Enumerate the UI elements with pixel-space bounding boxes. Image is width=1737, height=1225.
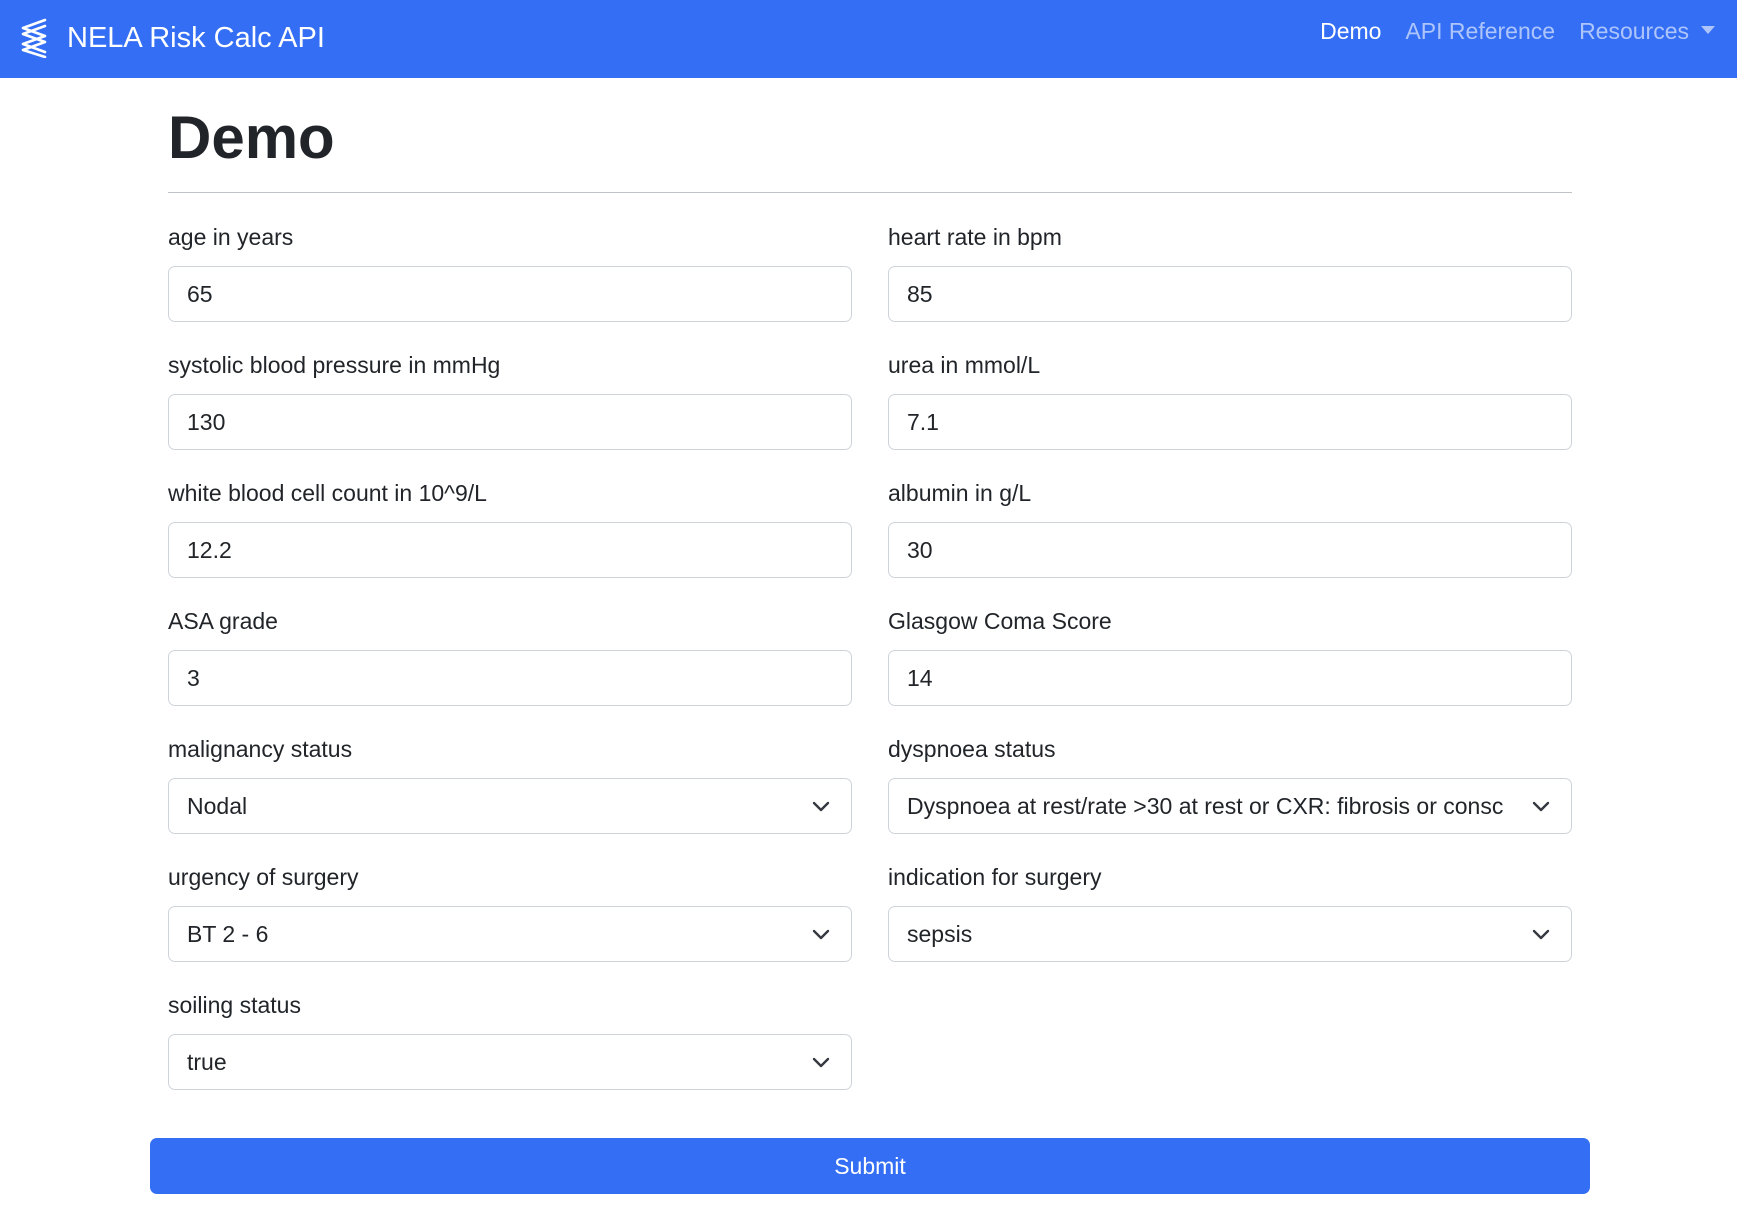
chevron-down-icon	[812, 801, 830, 812]
brand[interactable]: NELA Risk Calc API	[20, 14, 325, 62]
nav-links: Demo API Reference Resources	[1320, 18, 1715, 45]
dyspnoea-label: dyspnoea status	[888, 736, 1056, 762]
age-label: age in years	[168, 224, 294, 250]
chevron-down-icon	[1532, 929, 1550, 940]
urea-input[interactable]	[888, 394, 1572, 450]
age-input[interactable]	[168, 266, 852, 322]
caret-down-icon	[1701, 25, 1715, 34]
chevron-down-icon	[812, 1057, 830, 1068]
heart-rate-input[interactable]	[888, 266, 1572, 322]
gcs-label: Glasgow Coma Score	[888, 608, 1112, 634]
nav-api-reference-link[interactable]: API Reference	[1405, 18, 1555, 45]
top-navbar: NELA Risk Calc API Demo API Reference Re…	[0, 0, 1737, 78]
wbc-label: white blood cell count in 10^9/L	[168, 480, 487, 506]
systolic-input[interactable]	[168, 394, 852, 450]
malignancy-label: malignancy status	[168, 736, 353, 762]
brand-title: NELA Risk Calc API	[67, 21, 325, 54]
nav-demo-link[interactable]: Demo	[1320, 18, 1381, 45]
chevron-down-icon	[1532, 801, 1550, 812]
nav-resources-dropdown[interactable]: Resources	[1579, 18, 1715, 45]
indication-selected-value: sepsis	[907, 921, 973, 947]
gcs-input[interactable]	[888, 650, 1572, 706]
title-divider	[168, 192, 1572, 193]
urgency-label: urgency of surgery	[168, 864, 359, 890]
soiling-select[interactable]: true	[168, 1034, 852, 1090]
malignancy-select[interactable]: Nodal	[168, 778, 852, 834]
submit-button[interactable]: Submit	[150, 1138, 1590, 1194]
urgency-select[interactable]: BT 2 - 6	[168, 906, 852, 962]
asa-label: ASA grade	[168, 608, 278, 634]
malignancy-selected-value: Nodal	[187, 793, 248, 819]
urgency-selected-value: BT 2 - 6	[187, 921, 269, 947]
indication-select[interactable]: sepsis	[888, 906, 1572, 962]
soiling-selected-value: true	[187, 1049, 227, 1075]
albumin-input[interactable]	[888, 522, 1572, 578]
dyspnoea-selected-value: Dyspnoea at rest/rate >30 at rest or CXR…	[907, 793, 1504, 819]
systolic-label: systolic blood pressure in mmHg	[168, 352, 501, 378]
asa-input[interactable]	[168, 650, 852, 706]
urea-label: urea in mmol/L	[888, 352, 1041, 378]
soiling-label: soiling status	[168, 992, 301, 1018]
dyspnoea-select[interactable]: Dyspnoea at rest/rate >30 at rest or CXR…	[888, 778, 1572, 834]
page-title: Demo	[168, 104, 335, 171]
albumin-label: albumin in g/L	[888, 480, 1032, 506]
wbc-input[interactable]	[168, 522, 852, 578]
indication-label: indication for surgery	[888, 864, 1102, 890]
chevron-down-icon	[812, 929, 830, 940]
heart-rate-label: heart rate in bpm	[888, 224, 1062, 250]
logo-zigzag-icon	[21, 18, 47, 58]
nav-resources-label: Resources	[1579, 18, 1689, 44]
